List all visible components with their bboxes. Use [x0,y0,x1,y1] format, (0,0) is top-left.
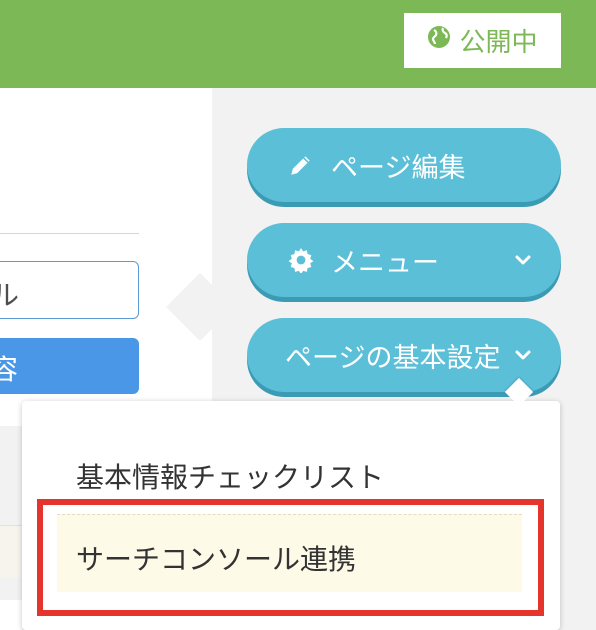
annotation-highlight-box [37,499,544,616]
globe-icon [427,25,451,56]
chevron-down-icon [515,255,531,265]
primary-button[interactable]: 容 [0,338,139,394]
public-status-label: 公開中 [459,28,538,58]
page-settings-label: ページの基本設定 [285,342,501,374]
top-bar: 公開中 [0,0,596,88]
main-panel: ル 容 [0,88,212,426]
menu-label: メニュー [331,247,439,279]
public-status-button[interactable]: 公開中 [404,13,561,68]
gear-icon [287,246,315,274]
menu-button[interactable]: メニュー [247,223,561,297]
chevron-down-icon [515,350,531,360]
divider [0,233,139,234]
edit-page-button[interactable]: ページ編集 [247,128,561,202]
page-settings-button[interactable]: ページの基本設定 [247,318,561,392]
background-row [0,600,22,630]
dropdown-item-basic-info-checklist[interactable]: 基本情報チェックリスト [76,456,384,496]
edit-page-label: ページ編集 [331,152,466,184]
text-input[interactable]: ル [0,261,139,319]
primary-button-label: 容 [0,353,19,386]
background-row [0,525,22,577]
pencil-icon [287,151,315,179]
text-input-value: ル [0,274,19,314]
